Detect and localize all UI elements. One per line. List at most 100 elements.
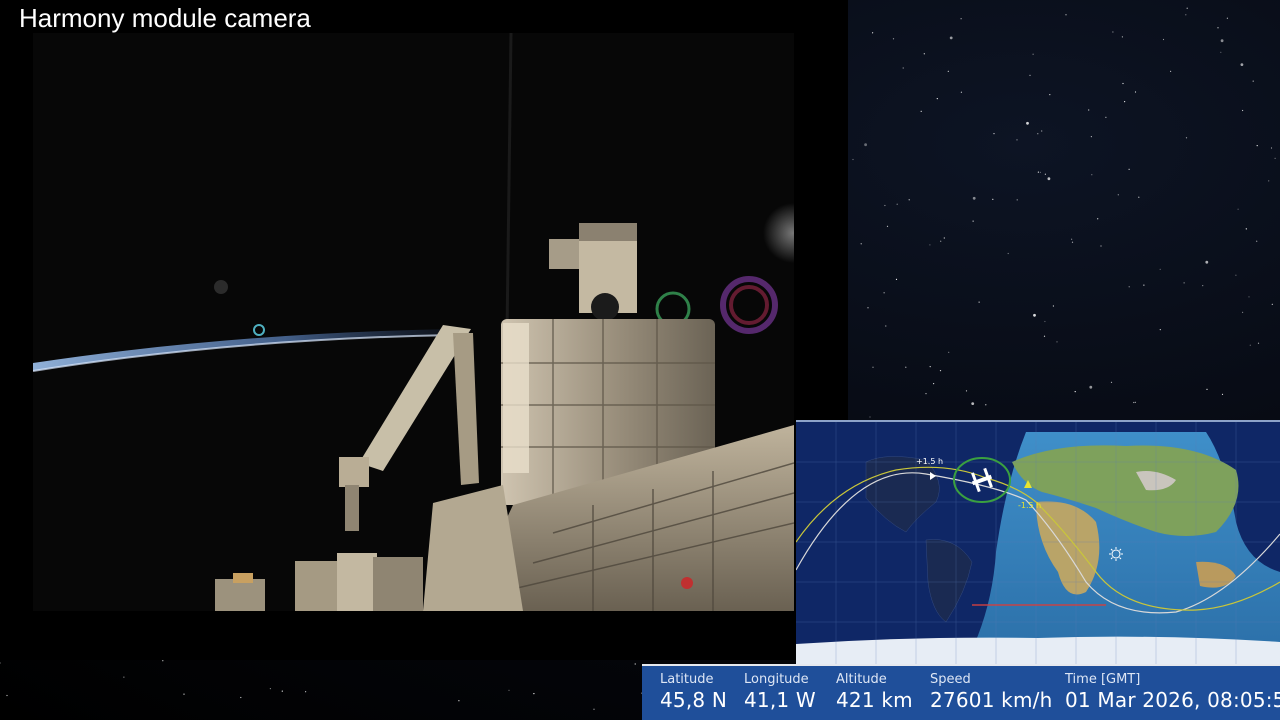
star <box>852 158 854 161</box>
star <box>864 143 867 147</box>
star <box>892 38 895 40</box>
star <box>1037 133 1039 135</box>
latitude-readout: Latitude 45,8 N <box>660 672 727 713</box>
iss-live-stream: Harmony module camera +1.5 h -1.5 h Lati… <box>0 0 1280 720</box>
star <box>1237 208 1239 210</box>
star <box>923 53 925 55</box>
star <box>1134 91 1137 93</box>
star <box>1206 388 1208 390</box>
world-map: +1.5 h -1.5 h <box>796 422 1280 665</box>
star <box>1049 94 1051 96</box>
star <box>1226 17 1228 19</box>
star <box>867 307 869 309</box>
star <box>1220 39 1224 43</box>
ground-track-map: +1.5 h -1.5 h <box>796 420 1280 665</box>
star <box>1091 174 1093 176</box>
star <box>634 663 636 665</box>
star <box>1033 313 1036 317</box>
star <box>1248 296 1250 298</box>
star <box>872 32 874 34</box>
star <box>860 243 862 245</box>
star <box>1071 238 1073 240</box>
star <box>1044 320 1046 323</box>
telemetry-bar: Latitude 45,8 N Longitude 41,1 W Altitud… <box>642 664 1280 720</box>
star <box>123 676 125 678</box>
camera-title: Harmony module camera <box>19 3 311 33</box>
star <box>885 325 887 327</box>
star <box>1134 401 1136 403</box>
orbit-marker-plus: +1.5 h <box>916 457 943 466</box>
star <box>933 383 935 385</box>
star <box>1240 63 1244 66</box>
star <box>1026 121 1029 125</box>
star <box>1065 14 1067 16</box>
star <box>1039 171 1041 173</box>
star <box>993 133 995 135</box>
longitude-label: Longitude <box>744 672 809 687</box>
star <box>1056 341 1058 343</box>
star <box>1032 53 1034 55</box>
star <box>1047 177 1051 181</box>
star <box>1097 218 1099 220</box>
star <box>1249 344 1251 346</box>
camera-feed-image <box>33 33 794 611</box>
star <box>943 237 945 239</box>
star <box>1029 74 1031 76</box>
star <box>960 18 962 20</box>
star <box>1268 180 1270 182</box>
star <box>985 404 987 406</box>
star <box>872 366 874 368</box>
star <box>1162 38 1165 41</box>
star <box>1159 329 1161 331</box>
time-value: 01 Mar 2026, 08:05:58 <box>1065 688 1280 712</box>
star <box>0 662 1 664</box>
star <box>1100 245 1102 247</box>
star <box>1128 168 1130 170</box>
star <box>1071 241 1074 243</box>
star <box>1220 51 1222 53</box>
star <box>960 91 963 93</box>
star <box>1044 173 1046 175</box>
star <box>1159 268 1161 270</box>
star <box>971 402 975 405</box>
star <box>1052 305 1054 307</box>
star <box>1041 130 1043 132</box>
star <box>895 278 898 280</box>
star <box>936 98 938 100</box>
star <box>929 244 931 246</box>
star <box>940 240 942 242</box>
star <box>1257 342 1260 344</box>
star <box>972 196 976 200</box>
star <box>1133 401 1135 404</box>
star <box>1242 109 1244 112</box>
star <box>1270 147 1273 149</box>
star <box>884 204 886 207</box>
star <box>949 36 953 40</box>
star <box>972 220 974 222</box>
star <box>1043 335 1046 337</box>
star <box>533 693 535 695</box>
star <box>269 688 271 690</box>
star <box>947 70 949 72</box>
star <box>1185 137 1188 139</box>
star <box>1074 391 1076 393</box>
star <box>1122 82 1124 85</box>
star <box>929 366 931 368</box>
star <box>1170 70 1172 72</box>
star <box>1274 157 1276 159</box>
latitude-label: Latitude <box>660 672 714 687</box>
star <box>886 225 889 227</box>
star <box>965 390 968 392</box>
star <box>1252 80 1254 82</box>
speed-readout: Speed 27601 km/h <box>930 672 1052 713</box>
speed-label: Speed <box>930 672 971 687</box>
star <box>1128 286 1130 288</box>
time-readout: Time [GMT] 01 Mar 2026, 08:05:58 <box>1065 672 1280 713</box>
star <box>1121 36 1123 38</box>
star <box>1088 109 1090 111</box>
star <box>1256 240 1258 242</box>
star <box>1110 381 1113 383</box>
star <box>1221 393 1224 395</box>
star <box>948 351 950 353</box>
star <box>902 67 904 69</box>
